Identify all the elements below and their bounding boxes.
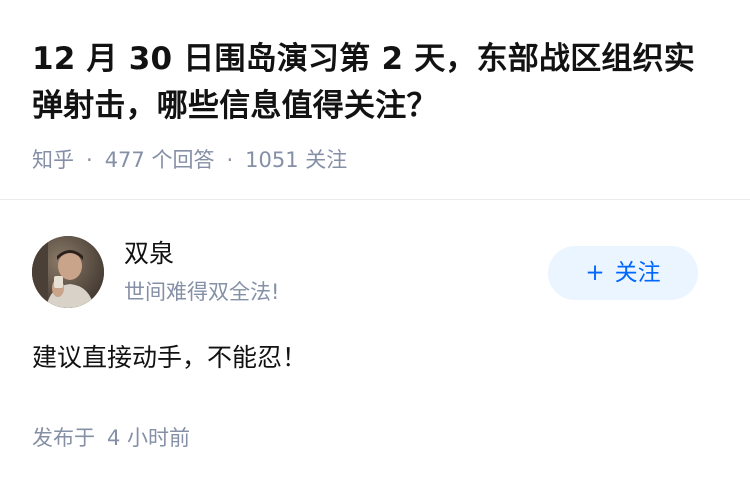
follow-button[interactable]: + 关注: [548, 246, 698, 300]
follow-button-label: 关注: [614, 260, 661, 286]
question-meta: 知乎 · 477 个回答 · 1051 关注: [32, 146, 347, 174]
time-prefix: 发布于: [32, 426, 95, 450]
answer-content[interactable]: 建议直接动手，不能忍！: [32, 340, 307, 376]
answer-count[interactable]: 477 个回答: [105, 148, 215, 172]
meta-separator: ·: [226, 148, 234, 172]
question-header: 12 月 30 日围岛演习第 2 天，东部战区组织实弹射击，哪些信息值得关注？: [32, 36, 722, 130]
plus-icon: +: [585, 260, 605, 286]
user-avatar-icon: [32, 236, 104, 308]
author-name[interactable]: 双泉: [124, 238, 174, 270]
source-label[interactable]: 知乎: [32, 148, 74, 172]
answer-author: 双泉 世间难得双全法! + 关注: [32, 236, 722, 308]
avatar[interactable]: [32, 236, 104, 308]
author-bio: 世间难得双全法!: [124, 280, 280, 304]
time-value: 4 小时前: [107, 426, 191, 450]
section-divider: [0, 199, 750, 200]
question-title[interactable]: 12 月 30 日围岛演习第 2 天，东部战区组织实弹射击，哪些信息值得关注？: [32, 36, 722, 130]
meta-separator: ·: [86, 148, 93, 172]
answer-timestamp: 发布于 4 小时前: [32, 424, 190, 452]
follower-count[interactable]: 1051 关注: [245, 148, 347, 172]
